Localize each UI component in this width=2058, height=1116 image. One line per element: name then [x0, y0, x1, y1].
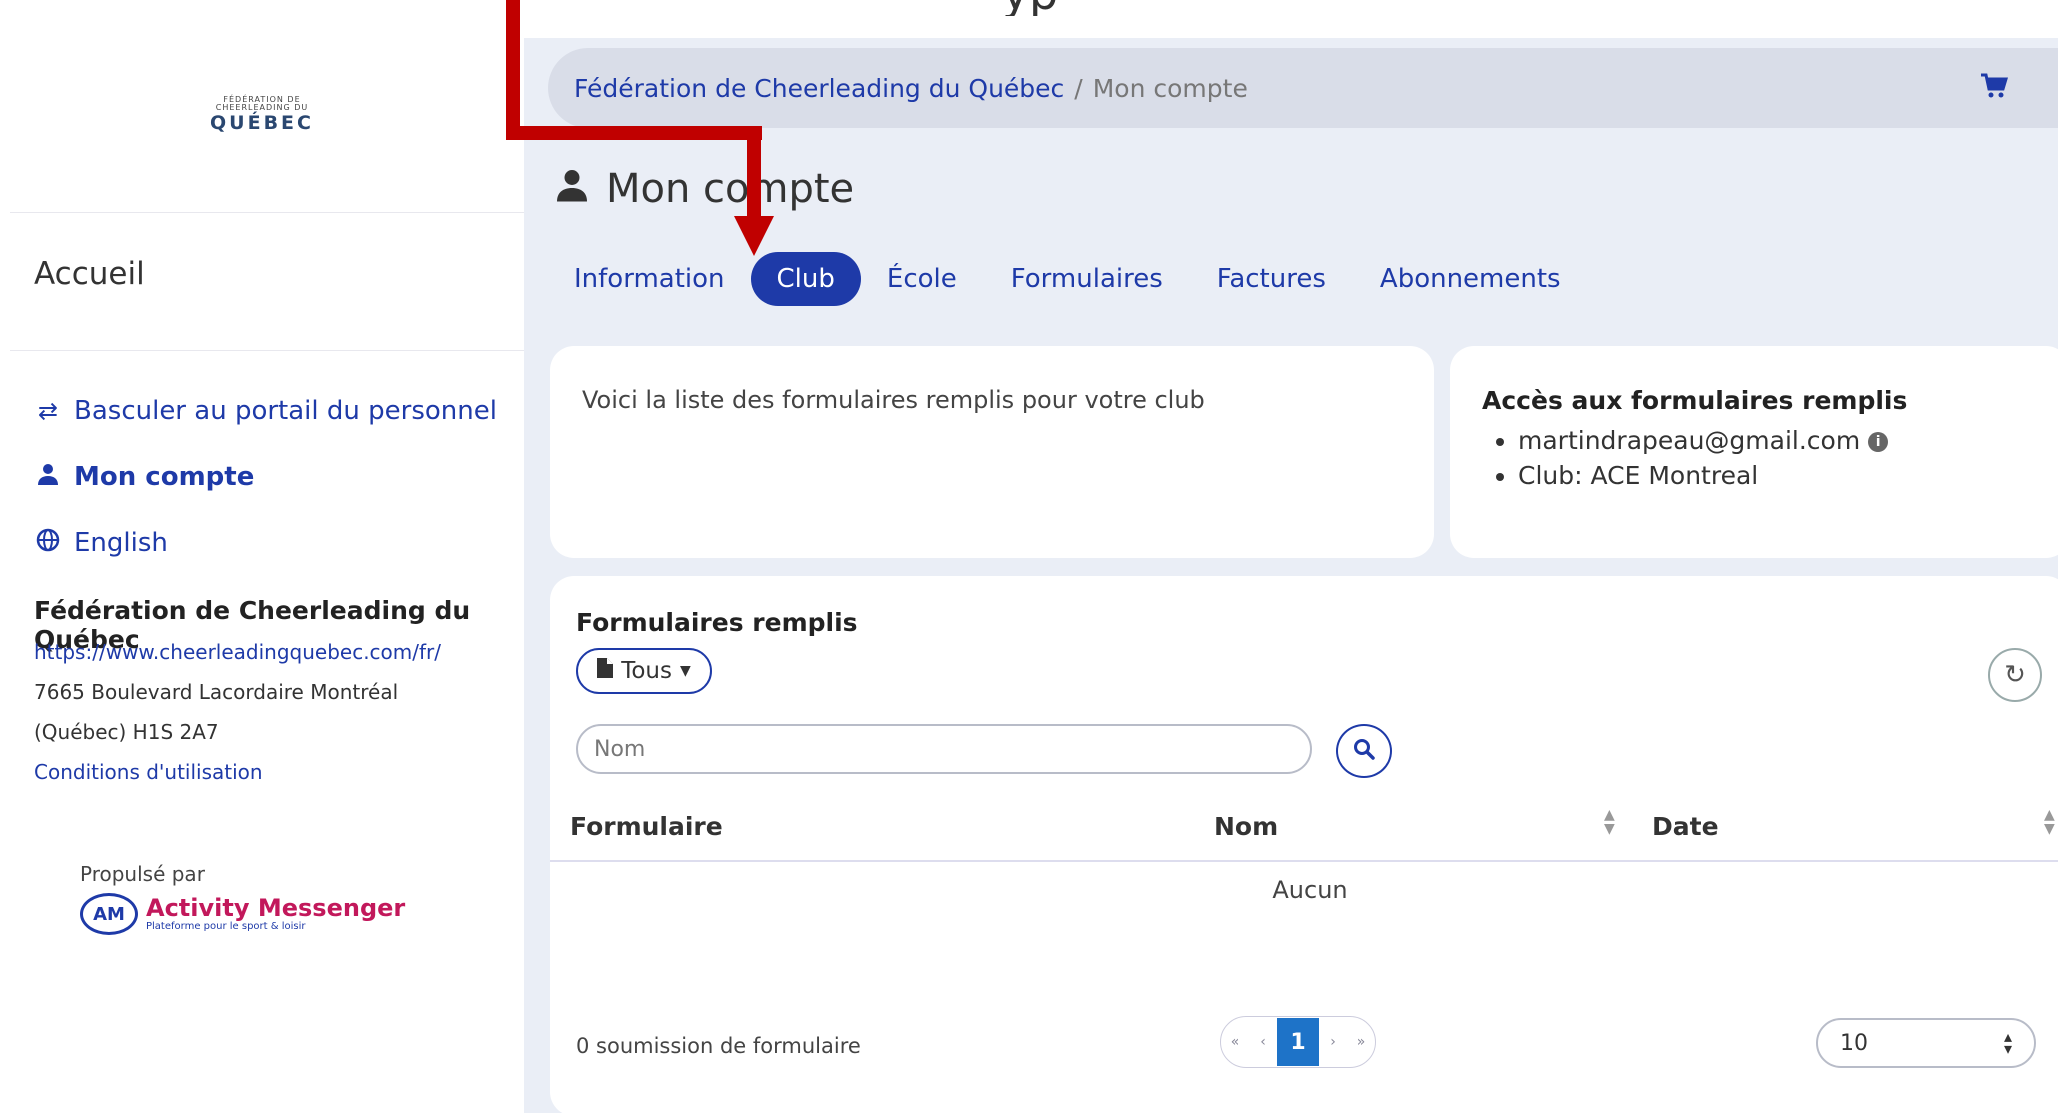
table-header: Formulaire Nom ▲ ▼ Date ▲ ▼	[550, 794, 2058, 862]
access-list: martindrapeau@gmail.com i Club: ACE Montr…	[1488, 420, 1889, 490]
page-size-value: 10	[1840, 1030, 1868, 1056]
access-email: martindrapeau@gmail.com	[1518, 426, 1861, 455]
address-line-1: 7665 Boulevard Lacordaire Montréal	[34, 680, 399, 704]
intro-card: Voici la liste des formulaires remplis p…	[550, 346, 1434, 558]
access-card-title: Accès aux formulaires remplis	[1482, 386, 1908, 415]
column-header-date[interactable]: Date	[1652, 812, 1719, 841]
column-header-formulaire[interactable]: Formulaire	[570, 812, 723, 841]
pagination: « ‹ 1 › »	[1220, 1016, 1376, 1068]
breadcrumb-root-link[interactable]: Fédération de Cheerleading du Québec	[574, 74, 1064, 103]
page-title: Mon compte	[554, 166, 854, 212]
access-club: Club: ACE Montreal	[1518, 461, 1759, 490]
breadcrumb: Fédération de Cheerleading du Québec / M…	[548, 48, 2058, 128]
cropped-text-right: yp	[1002, 0, 1058, 16]
page-size-select[interactable]: 10 ▴ ▾	[1816, 1018, 2036, 1068]
my-account-label: Mon compte	[74, 462, 255, 492]
switch-portal-label: Basculer au portail du personnel	[74, 396, 497, 426]
annotation-arrow-segment	[506, 126, 762, 140]
filter-label: Tous	[621, 658, 672, 684]
address-line-2: (Québec) H1S 2A7	[34, 720, 219, 744]
logo-quebec: QUÉBEC	[210, 112, 314, 134]
submission-count: 0 soumission de formulaire	[576, 1034, 861, 1058]
user-icon	[34, 462, 62, 492]
info-icon[interactable]: i	[1868, 432, 1889, 452]
sidebar: FÉDÉRATION DE CHEERLEADING DU QUÉBEC Acc…	[0, 0, 524, 1113]
file-icon	[597, 658, 614, 684]
account-tabs: Information Club École Formulaires Factu…	[574, 252, 1615, 306]
filled-forms-title: Formulaires remplis	[576, 608, 858, 637]
access-item-club: Club: ACE Montreal	[1518, 461, 1888, 490]
brand-tagline: Plateforme pour le sport & loisir	[146, 921, 306, 932]
intro-text: Voici la liste des formulaires remplis p…	[582, 386, 1205, 414]
column-header-nom[interactable]: Nom	[1214, 812, 1278, 841]
filter-dropdown-button[interactable]: Tous ▼	[576, 648, 712, 694]
language-link[interactable]: English	[34, 528, 168, 558]
swap-arrows-icon: ⇄	[37, 397, 59, 425]
filled-forms-card: Formulaires remplis Tous ▼ ↻ Formulaire …	[550, 576, 2058, 1116]
am-text: Activity Messenger Plateforme pour le sp…	[146, 895, 405, 933]
sort-icon[interactable]: ▲ ▼	[2044, 808, 2055, 836]
table-empty-row: Aucun	[1272, 876, 1348, 904]
search-icon	[1353, 738, 1375, 764]
sidebar-divider-middle	[10, 350, 524, 351]
search-button[interactable]	[1336, 724, 1392, 778]
select-arrows-icon: ▴ ▾	[2003, 1027, 2012, 1058]
tab-club[interactable]: Club	[750, 252, 861, 306]
logo-line-2: CHEERLEADING DU	[215, 103, 309, 112]
tab-abonnements[interactable]: Abonnements	[1380, 264, 1561, 294]
tab-formulaires[interactable]: Formulaires	[1011, 264, 1163, 294]
user-icon	[554, 167, 590, 212]
breadcrumb-separator: /	[1074, 73, 1083, 103]
sort-icon[interactable]: ▲ ▼	[1604, 808, 1615, 836]
pager-current-page[interactable]: 1	[1277, 1018, 1319, 1066]
tab-ecole[interactable]: École	[887, 264, 957, 294]
am-badge: AM	[80, 886, 138, 935]
sidebar-item-home[interactable]: Accueil	[34, 256, 145, 292]
organization-url[interactable]: https://www.cheerleadingquebec.com/fr/	[34, 640, 441, 664]
pager-next-button[interactable]: ›	[1319, 1018, 1347, 1066]
pager-last-button[interactable]: »	[1347, 1018, 1375, 1066]
switch-portal-link[interactable]: ⇄ Basculer au portail du personnel	[34, 396, 497, 426]
annotation-arrow-segment	[506, 0, 520, 136]
cart-icon[interactable]	[1980, 72, 2009, 107]
page-title-text: Mon compte	[606, 166, 855, 212]
search-input[interactable]	[576, 724, 1312, 774]
activity-messenger-logo[interactable]: AM Activity Messenger Plateforme pour le…	[80, 886, 405, 935]
pager-prev-button[interactable]: ‹	[1249, 1018, 1277, 1066]
federation-logo[interactable]: FÉDÉRATION DE CHEERLEADING DU QUÉBEC	[210, 96, 314, 135]
breadcrumb-current: Mon compte	[1092, 73, 1248, 103]
brand-name: Activity Messenger	[146, 894, 406, 922]
language-label: English	[74, 528, 168, 558]
terms-link[interactable]: Conditions d'utilisation	[34, 760, 263, 784]
annotation-arrow-head	[734, 216, 774, 256]
my-account-link[interactable]: Mon compte	[34, 462, 254, 492]
caret-down-icon: ▼	[680, 663, 691, 679]
refresh-button[interactable]: ↻	[1988, 648, 2042, 702]
pager-first-button[interactable]: «	[1221, 1018, 1249, 1066]
sidebar-divider-top	[10, 212, 524, 213]
tab-factures[interactable]: Factures	[1217, 264, 1326, 294]
refresh-icon: ↻	[2004, 660, 2026, 690]
access-card: Accès aux formulaires remplis martindrap…	[1450, 346, 2058, 558]
annotation-arrow-segment	[747, 126, 761, 218]
globe-icon	[34, 528, 62, 558]
tab-information[interactable]: Information	[574, 264, 725, 294]
powered-by-label: Propulsé par	[80, 862, 205, 886]
access-item-email: martindrapeau@gmail.com i	[1518, 426, 1889, 455]
